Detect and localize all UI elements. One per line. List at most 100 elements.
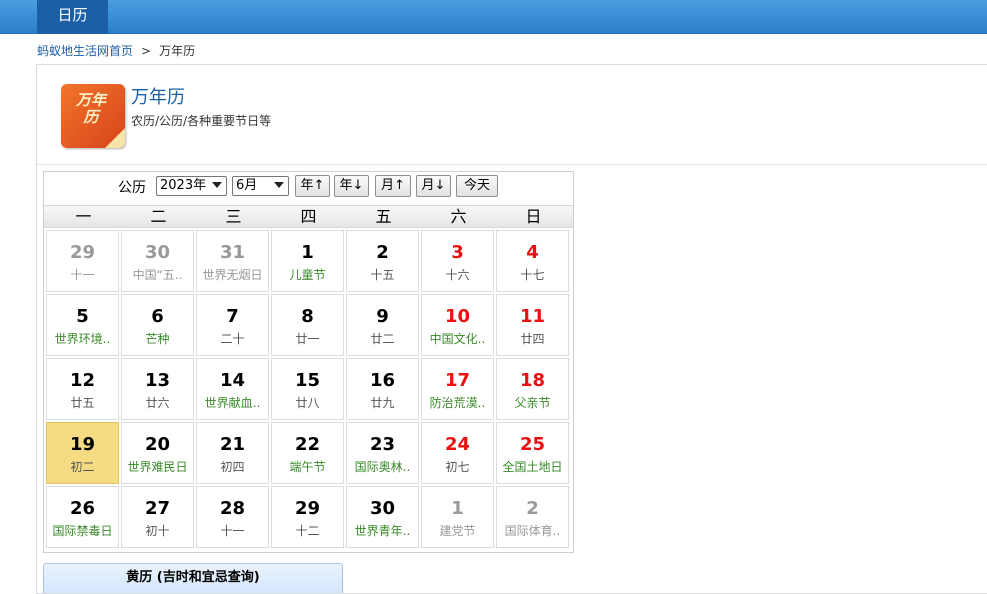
lunar-or-festival-label: 廿九 [370, 396, 395, 410]
top-bar: 日历 [0, 0, 987, 34]
day-cell[interactable]: 16 廿九 [346, 358, 419, 420]
day-cell[interactable]: 10 中国文化.. [421, 294, 494, 356]
day-cell[interactable]: 7 二十 [196, 294, 269, 356]
lunar-or-festival-label: 廿四 [520, 332, 545, 346]
year-select[interactable]: 2023年 [156, 176, 227, 196]
day-cell[interactable]: 9 廿二 [346, 294, 419, 356]
lunar-or-festival-label: 廿五 [70, 396, 95, 410]
lunar-or-festival-label: 十五 [370, 268, 395, 282]
weekday-label: 五 [375, 207, 392, 226]
day-number: 29 [294, 498, 321, 519]
lunar-or-festival-label: 十七 [520, 268, 545, 282]
day-cell[interactable]: 2 国际体育.. [496, 486, 569, 548]
day-cell[interactable]: 28 十一 [196, 486, 269, 548]
day-cell[interactable]: 1 建党节 [421, 486, 494, 548]
app-title[interactable]: 万年历 [131, 83, 185, 109]
day-cell[interactable]: 3 十六 [421, 230, 494, 292]
day-cell[interactable]: 24 初七 [421, 422, 494, 484]
year-up-button[interactable]: 年↑ [295, 175, 330, 197]
lunar-or-festival-label: 芒种 [145, 332, 170, 346]
day-number: 2 [376, 242, 389, 263]
month-up-button[interactable]: 月↑ [375, 175, 411, 197]
breadcrumb-separator: > [141, 44, 152, 58]
day-cell[interactable]: 31 世界无烟日 [196, 230, 269, 292]
day-cell[interactable]: 29 十二 [271, 486, 344, 548]
day-cell[interactable]: 6 芒种 [121, 294, 194, 356]
lunar-or-festival-label: 世界献血.. [204, 396, 261, 410]
day-cell[interactable]: 20 世界难民日 [121, 422, 194, 484]
day-number: 8 [301, 306, 314, 327]
lunar-or-festival-label: 建党节 [439, 524, 476, 538]
today-button[interactable]: 今天 [456, 175, 498, 197]
day-cell[interactable]: 18 父亲节 [496, 358, 569, 420]
month-down-button[interactable]: 月↓ [416, 175, 451, 197]
day-cell[interactable]: 5 世界环境.. [46, 294, 119, 356]
day-number: 27 [144, 498, 171, 519]
weekday-label: 日 [525, 207, 542, 226]
day-cell[interactable]: 23 国际奥林.. [346, 422, 419, 484]
day-cell[interactable]: 4 十七 [496, 230, 569, 292]
day-number: 11 [519, 306, 546, 327]
calendar-mode-label: 公历 [118, 180, 146, 196]
lunar-or-festival-label: 世界青年.. [354, 524, 411, 538]
day-cell[interactable]: 14 世界献血.. [196, 358, 269, 420]
weekday-label: 二 [150, 207, 167, 226]
lunar-or-festival-label: 廿八 [295, 396, 320, 410]
breadcrumb-home-link[interactable]: 蚂蚁地生活网首页 [37, 44, 133, 58]
day-cell[interactable]: 11 廿四 [496, 294, 569, 356]
day-number: 25 [519, 434, 546, 455]
lunar-or-festival-label: 初十 [145, 524, 170, 538]
day-cell[interactable]: 25 全国土地日 [496, 422, 569, 484]
day-number: 1 [301, 242, 314, 263]
year-down-button[interactable]: 年↓ [334, 175, 369, 197]
day-number: 22 [294, 434, 321, 455]
tab-calendar[interactable]: 日历 [37, 0, 108, 34]
day-number: 15 [294, 370, 321, 391]
day-number: 9 [376, 306, 389, 327]
lunar-or-festival-label: 初七 [445, 460, 470, 474]
calendar-app-icon: 万年历 [61, 84, 125, 148]
app-description: 农历/公历/各种重要节日等 [131, 114, 272, 128]
day-cell-today[interactable]: 19 初二 [46, 422, 119, 484]
day-cell[interactable]: 12 廿五 [46, 358, 119, 420]
day-cell[interactable]: 29 十一 [46, 230, 119, 292]
day-number: 21 [219, 434, 246, 455]
breadcrumb-current: 万年历 [159, 44, 196, 58]
month-select[interactable]: 6月 [232, 176, 289, 196]
lunar-or-festival-label: 世界难民日 [127, 460, 188, 474]
day-cell[interactable]: 8 廿一 [271, 294, 344, 356]
day-cell[interactable]: 30 世界青年.. [346, 486, 419, 548]
day-cell[interactable]: 27 初十 [121, 486, 194, 548]
weekday-label: 一 [75, 207, 92, 226]
main-panel: 万年历 万年历 农历/公历/各种重要节日等 公历 2023年 6月 年↑ 年↓ … [36, 64, 987, 594]
weekday-label: 三 [225, 207, 242, 226]
weekday-label: 六 [450, 207, 467, 226]
lunar-or-festival-label: 世界无烟日 [202, 268, 263, 282]
lunar-or-festival-label: 十一 [70, 268, 95, 282]
lunar-or-festival-label: 十六 [445, 268, 470, 282]
day-cell[interactable]: 1 儿童节 [271, 230, 344, 292]
day-cell[interactable]: 30 中国“五.. [121, 230, 194, 292]
day-cell[interactable]: 13 廿六 [121, 358, 194, 420]
chevron-down-icon [274, 182, 284, 188]
day-cell[interactable]: 15 廿八 [271, 358, 344, 420]
day-number: 1 [451, 498, 464, 519]
day-cell[interactable]: 26 国际禁毒日 [46, 486, 119, 548]
day-number: 17 [444, 370, 471, 391]
lunar-or-festival-label: 廿二 [370, 332, 395, 346]
lunar-or-festival-label: 儿童节 [289, 268, 326, 282]
day-cell[interactable]: 21 初四 [196, 422, 269, 484]
day-number: 31 [219, 242, 246, 263]
day-number: 13 [144, 370, 171, 391]
day-cell[interactable]: 17 防治荒漠.. [421, 358, 494, 420]
lunar-or-festival-label: 初四 [220, 460, 245, 474]
weekday-header: 一二三四五六日 [44, 205, 573, 228]
lunar-or-festival-label: 父亲节 [514, 396, 551, 410]
huangli-tab[interactable]: 黄历 (吉时和宜忌查询) [43, 563, 343, 593]
day-cell[interactable]: 2 十五 [346, 230, 419, 292]
month-select-value: 6月 [236, 178, 258, 193]
day-cell[interactable]: 22 端午节 [271, 422, 344, 484]
lunar-or-festival-label: 端午节 [289, 460, 326, 474]
lunar-or-festival-label: 十一 [220, 524, 245, 538]
day-number: 23 [369, 434, 396, 455]
